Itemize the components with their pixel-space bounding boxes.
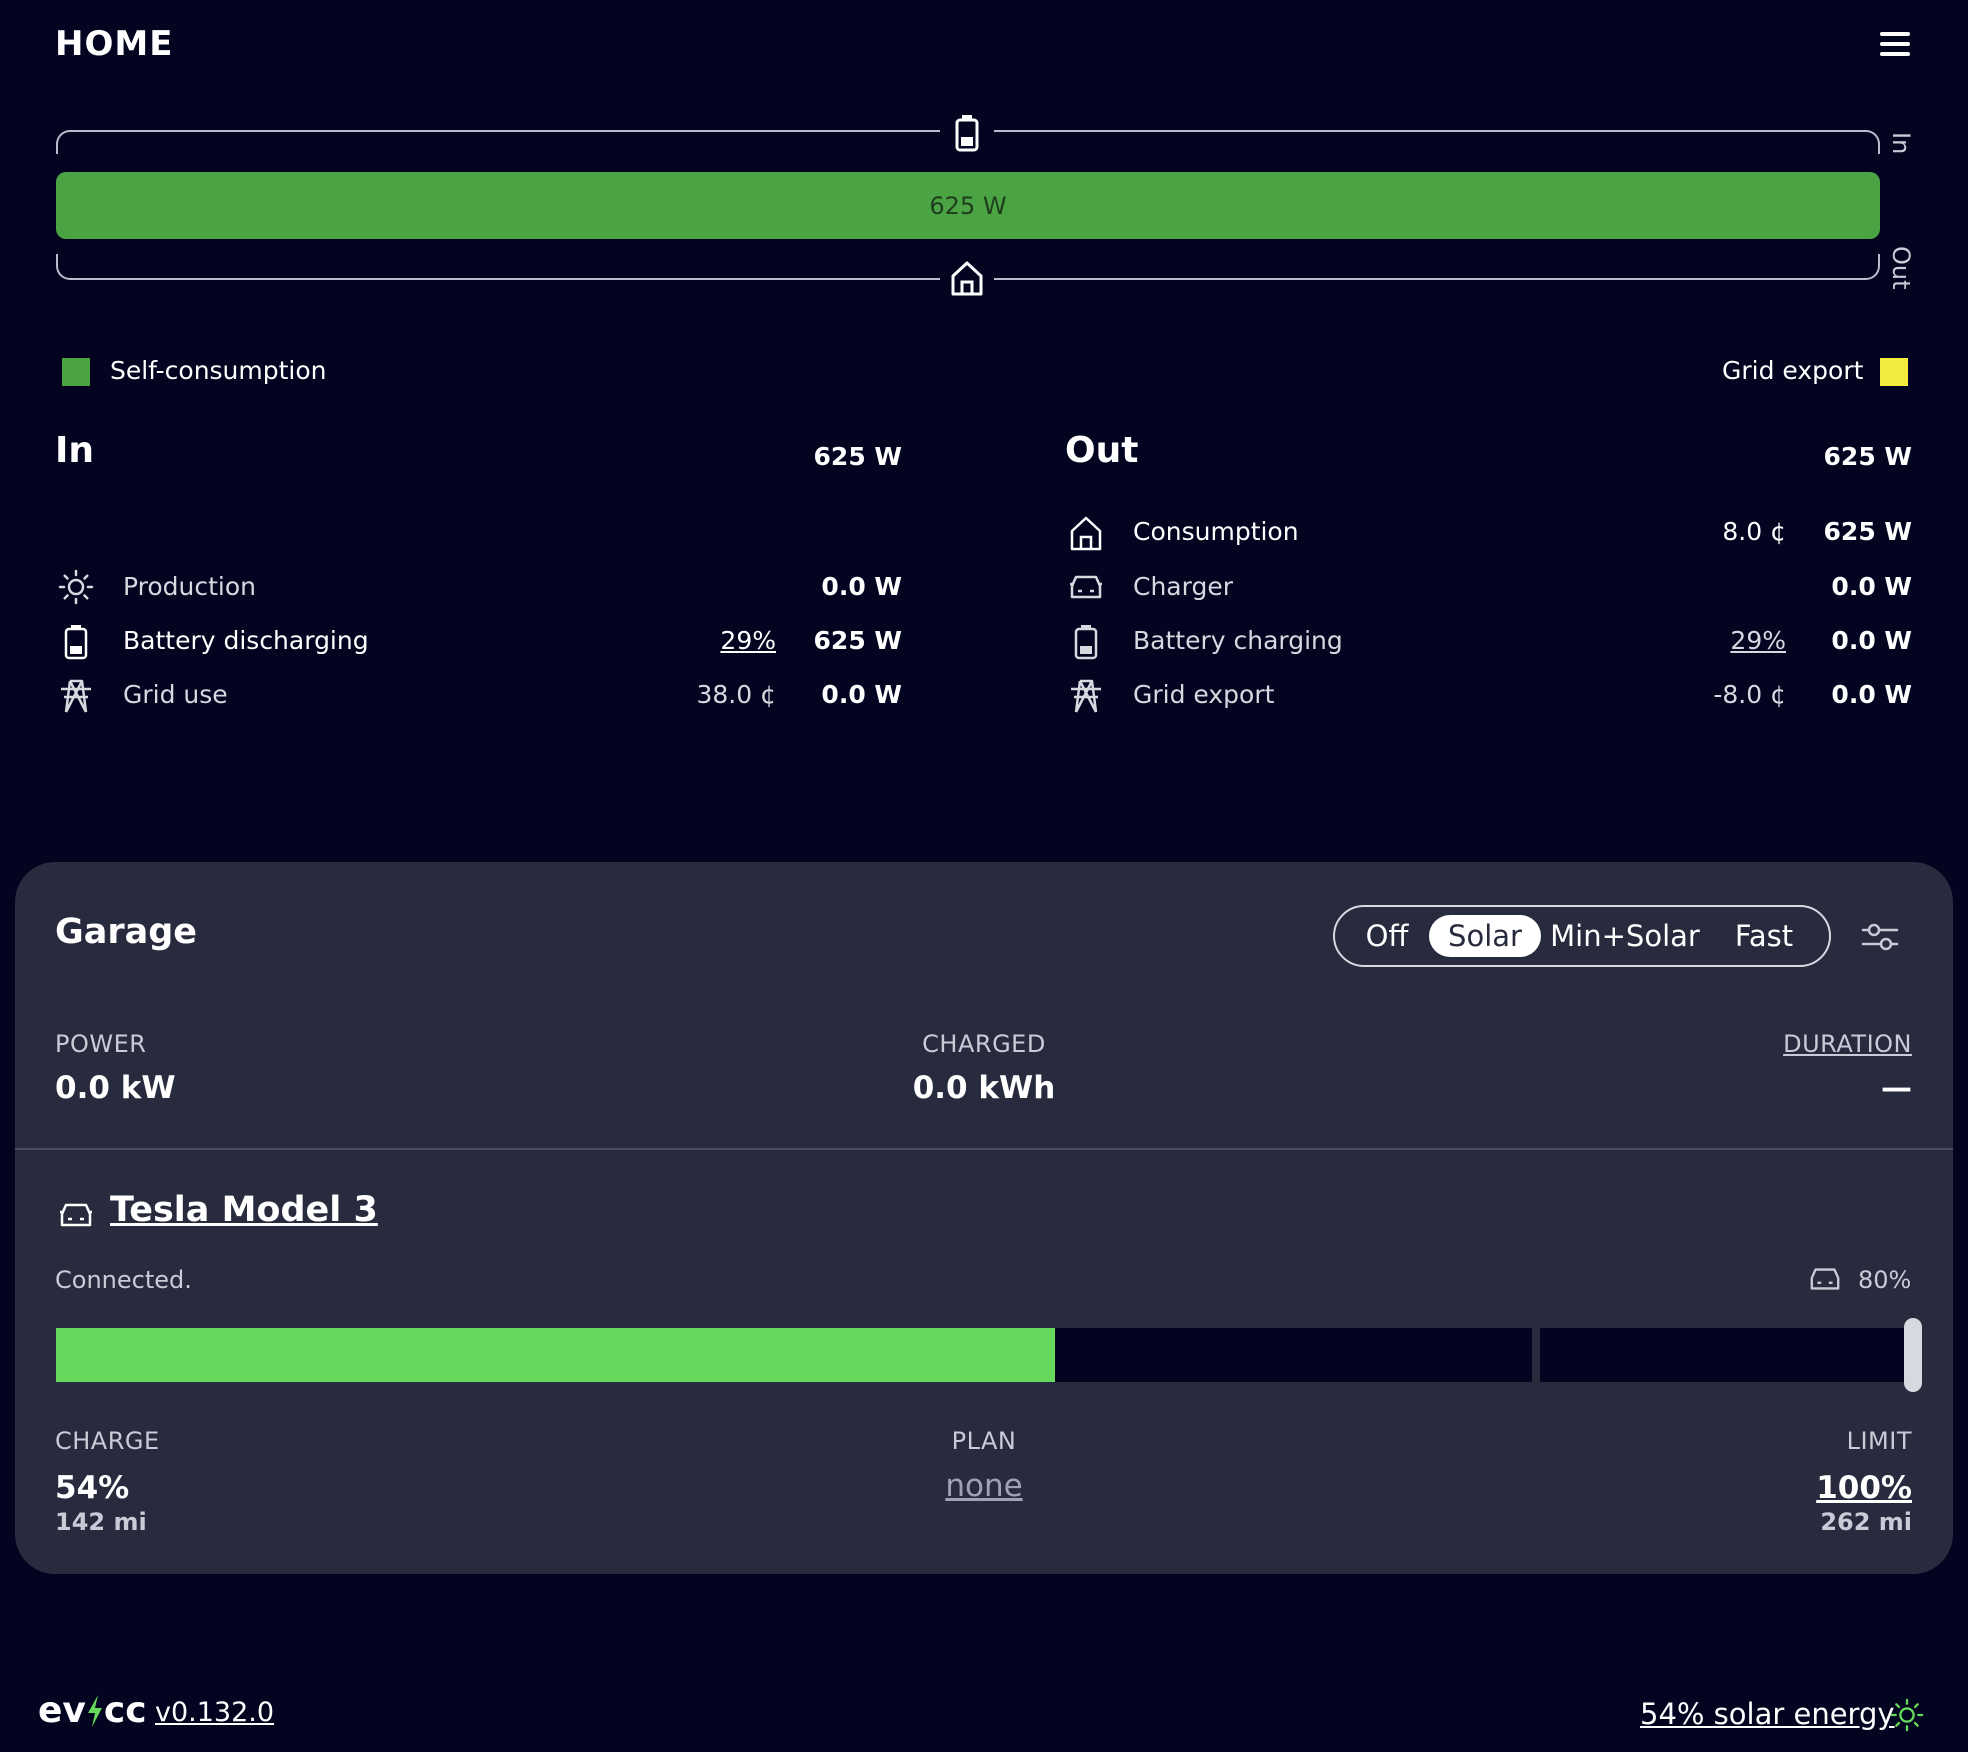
battery-icon bbox=[940, 111, 994, 155]
car-icon bbox=[58, 1200, 94, 1234]
consumption-price: 8.0 ¢ bbox=[1722, 517, 1786, 546]
duration-value: — bbox=[1881, 1070, 1912, 1106]
self-consumption-swatch bbox=[62, 358, 90, 386]
sun-icon bbox=[56, 567, 96, 607]
power-value: 0.0 kW bbox=[55, 1070, 176, 1106]
vehicle-limit-value: 80% bbox=[1858, 1266, 1912, 1294]
grid-export-value: 0.0 W bbox=[1831, 680, 1912, 709]
consumption-value: 625 W bbox=[1823, 517, 1912, 546]
sun-icon bbox=[1890, 1698, 1924, 1736]
charge-label: CHARGE bbox=[55, 1427, 160, 1455]
grid-use-value: 0.0 W bbox=[821, 680, 902, 709]
battery-icon bbox=[1066, 622, 1106, 662]
menu-button[interactable] bbox=[1880, 30, 1912, 58]
logo-text-ev: ev bbox=[38, 1690, 86, 1731]
power-label: POWER bbox=[55, 1030, 147, 1058]
car-icon bbox=[1066, 567, 1106, 607]
loadpoint-settings-button[interactable] bbox=[1860, 918, 1900, 956]
consumption-label: Consumption bbox=[1133, 517, 1299, 546]
mode-fast-button[interactable]: Fast bbox=[1711, 915, 1817, 957]
production-value: 0.0 W bbox=[821, 572, 902, 601]
mode-solar-button[interactable]: Solar bbox=[1429, 915, 1541, 957]
production-label: Production bbox=[123, 572, 257, 601]
mode-minsolar-button[interactable]: Min+Solar bbox=[1545, 915, 1705, 957]
charged-label: CHARGED bbox=[922, 1030, 1046, 1058]
battery-charging-soc-link[interactable]: 29% bbox=[1646, 626, 1786, 655]
grid-use-price: 38.0 ¢ bbox=[696, 680, 776, 709]
battery-soc-link[interactable]: 29% bbox=[636, 626, 776, 655]
charger-label: Charger bbox=[1133, 572, 1233, 601]
home-icon bbox=[940, 256, 994, 300]
charged-value: 0.0 kWh bbox=[912, 1070, 1056, 1106]
flow-bar-self-consumption: 625 W bbox=[56, 172, 1880, 239]
out-total: 625 W bbox=[1823, 442, 1912, 471]
limit-value-link[interactable]: 100% bbox=[1712, 1470, 1912, 1506]
grid-export-legend-label: Grid export bbox=[1722, 356, 1864, 385]
battery-discharging-label: Battery discharging bbox=[123, 626, 369, 655]
battery-icon bbox=[56, 622, 96, 662]
battery-discharging-value: 625 W bbox=[813, 626, 902, 655]
page-title: HOME bbox=[55, 24, 174, 64]
grid-export-price: -8.0 ¢ bbox=[1713, 680, 1786, 709]
version-link[interactable]: v0.132.0 bbox=[155, 1697, 274, 1728]
mode-off-button[interactable]: Off bbox=[1347, 915, 1427, 957]
menu-icon-line bbox=[1880, 42, 1910, 46]
charge-value: 54% bbox=[55, 1470, 130, 1506]
limit-slider-handle[interactable] bbox=[1904, 1318, 1922, 1392]
charge-range: 142 mi bbox=[55, 1508, 147, 1536]
in-title: In bbox=[55, 430, 95, 471]
self-consumption-label: Self-consumption bbox=[110, 356, 327, 385]
home-icon bbox=[1066, 513, 1106, 553]
plan-link[interactable]: none bbox=[884, 1468, 1084, 1504]
logo-text-cc: cc bbox=[103, 1690, 147, 1731]
vehicle-status: Connected. bbox=[55, 1266, 192, 1294]
grid-tower-icon bbox=[56, 676, 96, 716]
sliders-icon bbox=[1861, 923, 1899, 951]
limit-label: LIMIT bbox=[1846, 1427, 1912, 1455]
bolt-icon bbox=[87, 1694, 102, 1727]
soc-bar-fill bbox=[56, 1328, 1055, 1382]
menu-icon-line bbox=[1880, 52, 1910, 56]
duration-label[interactable]: DURATION bbox=[1712, 1030, 1912, 1058]
in-total: 625 W bbox=[813, 442, 902, 471]
grid-use-label: Grid use bbox=[123, 680, 228, 709]
mode-selector: Off Solar Min+Solar Fast bbox=[1333, 905, 1831, 967]
card-divider bbox=[15, 1148, 1953, 1150]
car-icon bbox=[1808, 1264, 1842, 1298]
charger-value: 0.0 W bbox=[1831, 572, 1912, 601]
out-label: Out bbox=[1887, 246, 1915, 290]
grid-tower-icon bbox=[1066, 676, 1106, 716]
loadpoint-title: Garage bbox=[55, 912, 198, 952]
solar-energy-link[interactable]: 54% solar energy bbox=[1640, 1697, 1895, 1731]
plan-label: PLAN bbox=[951, 1427, 1017, 1455]
limit-range: 262 mi bbox=[1820, 1508, 1912, 1536]
out-title: Out bbox=[1065, 430, 1139, 471]
grid-export-swatch bbox=[1880, 358, 1908, 386]
battery-charging-label: Battery charging bbox=[1133, 626, 1343, 655]
vehicle-limit-marker bbox=[1532, 1328, 1540, 1382]
evcc-logo: ev cc bbox=[38, 1690, 147, 1731]
menu-icon bbox=[1880, 32, 1910, 36]
grid-export-label: Grid export bbox=[1133, 680, 1275, 709]
battery-charging-value: 0.0 W bbox=[1831, 626, 1912, 655]
vehicle-name-link[interactable]: Tesla Model 3 bbox=[110, 1190, 378, 1230]
flow-bar-label: 625 W bbox=[929, 191, 1007, 220]
in-label: In bbox=[1887, 132, 1915, 155]
